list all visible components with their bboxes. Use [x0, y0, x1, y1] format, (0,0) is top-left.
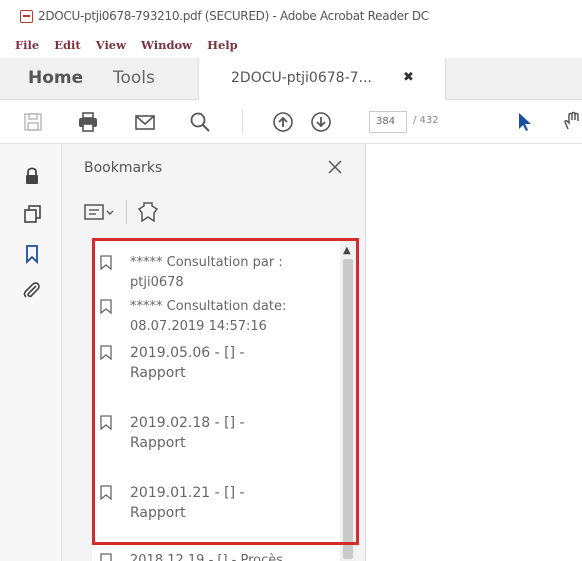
options-menu-icon[interactable] — [84, 202, 118, 226]
bookmark-label: 2019.02.18 - [] - — [130, 415, 245, 431]
bookmark-icon — [100, 415, 112, 430]
bookmark-label: 2018.12.19 - [] - Procès — [130, 553, 284, 561]
bookmark-label: 2019.05.06 - [] - — [130, 345, 245, 361]
page-down-icon[interactable] — [310, 111, 334, 133]
list-item[interactable]: ***** Consultation par : ptji0678 — [92, 253, 342, 295]
acrobat-app-icon — [20, 10, 33, 23]
list-item[interactable]: 2019.01.21 - [] - Rapport — [92, 483, 342, 525]
scroll-up-icon[interactable]: ▲ — [343, 245, 351, 256]
bookmark-icon — [100, 299, 112, 314]
menu-edit[interactable]: Edit — [54, 38, 81, 56]
bookmarks-panel: Bookmarks ***** Consultation par : ptji0… — [62, 144, 366, 561]
bookmark-icon — [100, 553, 112, 561]
hand-tool-icon[interactable] — [562, 111, 582, 133]
navigation-rail — [0, 144, 62, 561]
bookmarks-list: ***** Consultation par : ptji0678 ***** … — [92, 239, 356, 561]
tab-bar: Home Tools 2DOCU-ptji0678-7... ✖ — [0, 58, 582, 100]
page-total: / 432 — [413, 115, 439, 126]
toolbar: 384 / 432 — [0, 100, 582, 144]
email-icon[interactable] — [134, 111, 158, 133]
bookmark-icon — [100, 345, 112, 360]
panel-separator — [126, 200, 127, 224]
save-icon[interactable] — [22, 111, 46, 133]
tab-document[interactable]: 2DOCU-ptji0678-7... ✖ — [198, 58, 446, 100]
toolbar-separator — [242, 110, 243, 134]
menu-bar: File Edit View Window Help — [0, 38, 238, 56]
list-item[interactable]: 2019.05.06 - [] - Rapport — [92, 343, 342, 385]
bookmarks-scrollbar[interactable]: ▲ — [340, 239, 356, 561]
tab-document-label: 2DOCU-ptji0678-7... — [231, 70, 372, 86]
scrollbar-thumb[interactable] — [343, 259, 353, 559]
tab-close-icon[interactable]: ✖ — [403, 70, 414, 85]
window-title: 2DOCU-ptji0678-793210.pdf (SECURED) - Ad… — [38, 9, 429, 23]
title-bar: 2DOCU-ptji0678-793210.pdf (SECURED) - Ad… — [0, 0, 582, 36]
page-number-input[interactable]: 384 — [369, 111, 407, 133]
list-item[interactable]: ***** Consultation date: 08.07.2019 14:5… — [92, 297, 342, 339]
bookmark-label-line2: ptji0678 — [130, 275, 184, 290]
bookmark-icon — [100, 255, 112, 270]
close-icon[interactable] — [326, 158, 344, 176]
menu-help[interactable]: Help — [207, 38, 238, 56]
bookmark-label: 2019.01.21 - [] - — [130, 485, 245, 501]
bookmark-label: ***** Consultation par : — [130, 255, 283, 270]
list-item[interactable]: 2018.12.19 - [] - Procès — [92, 551, 342, 561]
bookmark-label-line2: 08.07.2019 14:57:16 — [130, 319, 267, 334]
menu-file[interactable]: File — [15, 38, 39, 56]
tab-home[interactable]: Home — [28, 68, 83, 88]
panel-title: Bookmarks — [84, 160, 163, 176]
add-bookmark-icon[interactable] — [136, 200, 160, 228]
print-icon[interactable] — [77, 111, 101, 133]
list-item[interactable]: 2019.02.18 - [] - Rapport — [92, 413, 342, 455]
bookmark-icon — [100, 485, 112, 500]
attachment-icon[interactable] — [22, 280, 42, 300]
menu-view[interactable]: View — [96, 38, 126, 56]
pages-icon[interactable] — [22, 204, 42, 224]
search-icon[interactable] — [189, 111, 213, 133]
bookmark-label-line2: Rapport — [130, 365, 186, 381]
select-cursor-icon[interactable] — [514, 111, 538, 133]
page-up-icon[interactable] — [272, 111, 296, 133]
bookmark-icon[interactable] — [22, 244, 42, 265]
bookmark-label-line2: Rapport — [130, 435, 186, 451]
menu-window[interactable]: Window — [141, 38, 192, 56]
document-view[interactable] — [366, 144, 582, 561]
bookmark-label-line2: Rapport — [130, 505, 186, 521]
tab-tools[interactable]: Tools — [113, 68, 155, 88]
lock-icon[interactable] — [22, 166, 42, 186]
bookmark-label: ***** Consultation date: — [130, 299, 287, 314]
